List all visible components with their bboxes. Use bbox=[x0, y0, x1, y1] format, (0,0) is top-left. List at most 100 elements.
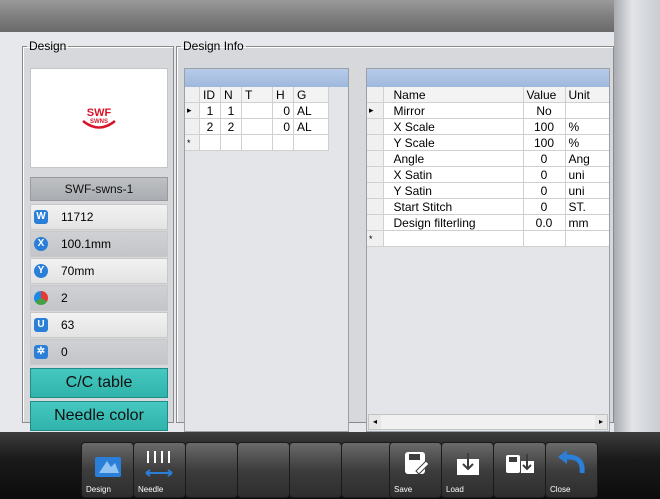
y-size-value: 70mm bbox=[61, 264, 95, 278]
cell-n[interactable]: 2 bbox=[220, 118, 242, 135]
column-header-h[interactable]: H bbox=[272, 87, 294, 103]
cell-g[interactable]: AL bbox=[293, 102, 329, 119]
new-row-marker: * bbox=[367, 230, 384, 247]
column-header-g[interactable]: G bbox=[293, 87, 329, 103]
column-header-name[interactable]: Name bbox=[383, 87, 524, 103]
param-unit: uni bbox=[565, 182, 609, 199]
close-button[interactable]: Close bbox=[545, 442, 598, 498]
param-unit: ST. bbox=[565, 198, 609, 215]
row-header-cell bbox=[367, 150, 384, 167]
needle-table[interactable]: ID N T H G ▸ 1 1 0 AL 2 2 0 AL * bbox=[184, 68, 349, 432]
table-row[interactable]: Start Stitch 0 ST. bbox=[367, 198, 609, 215]
param-name: Design filterling bbox=[383, 214, 524, 231]
param-value[interactable]: 0 bbox=[523, 166, 566, 183]
row-header-cell bbox=[185, 87, 200, 103]
row-header-cell bbox=[367, 118, 384, 135]
empty-toolbar-slot bbox=[289, 442, 342, 498]
parameter-grid: Name Value Unit ▸ Mirror No X Scale 100 … bbox=[367, 87, 609, 247]
cell-g[interactable]: AL bbox=[293, 118, 329, 135]
change-count-row: U 63 bbox=[30, 312, 168, 338]
scroll-right-arrow-icon[interactable]: ▸ bbox=[595, 415, 607, 429]
new-row[interactable]: * bbox=[367, 230, 609, 247]
table-row[interactable]: Angle 0 Ang bbox=[367, 150, 609, 167]
design-icon bbox=[95, 457, 121, 477]
param-name: Mirror bbox=[383, 102, 524, 119]
load-button[interactable]: Load bbox=[441, 442, 494, 498]
param-value[interactable]: 0 bbox=[523, 150, 566, 167]
cell-n[interactable]: 1 bbox=[220, 102, 242, 119]
save-button[interactable]: Save bbox=[389, 442, 442, 498]
needle-table-header-bar bbox=[185, 69, 348, 87]
design-button-label: Design bbox=[86, 485, 111, 494]
design-button[interactable]: Design bbox=[81, 442, 134, 498]
column-header-id[interactable]: ID bbox=[199, 87, 221, 103]
design-logo-image: SWF SWNS bbox=[82, 107, 116, 129]
table-row[interactable]: Y Scale 100 % bbox=[367, 134, 609, 151]
needle-button[interactable]: Needle bbox=[133, 442, 186, 498]
table-row[interactable]: X Satin 0 uni bbox=[367, 166, 609, 183]
save-load-button[interactable] bbox=[493, 442, 546, 498]
cell-t[interactable] bbox=[241, 118, 273, 135]
needle-color-button[interactable]: Needle color bbox=[30, 401, 168, 431]
param-unit bbox=[565, 102, 609, 119]
param-value[interactable]: 100 bbox=[523, 134, 566, 151]
cell-empty[interactable] bbox=[199, 134, 221, 151]
parameter-table[interactable]: Name Value Unit ▸ Mirror No X Scale 100 … bbox=[366, 68, 610, 432]
extra-setting-value: 0 bbox=[61, 345, 68, 359]
save-load-icon bbox=[506, 454, 534, 473]
param-value[interactable]: 0.0 bbox=[523, 214, 566, 231]
stitch-count-value: 11712 bbox=[61, 210, 94, 224]
column-header-value[interactable]: Value bbox=[523, 87, 566, 103]
table-row[interactable]: X Scale 100 % bbox=[367, 118, 609, 135]
save-button-label: Save bbox=[394, 485, 413, 494]
param-value[interactable]: 0 bbox=[523, 182, 566, 199]
cell-empty[interactable] bbox=[241, 134, 273, 151]
y-dimension-icon: Y bbox=[34, 264, 48, 278]
param-name: X Satin bbox=[383, 166, 524, 183]
scroll-left-arrow-icon[interactable]: ◂ bbox=[369, 415, 381, 429]
stitch-count-icon: W bbox=[34, 210, 48, 224]
table-row[interactable]: Design filterling 0.0 mm bbox=[367, 214, 609, 231]
cell-h[interactable]: 0 bbox=[272, 102, 294, 119]
param-value[interactable]: 0 bbox=[523, 198, 566, 215]
row-header-cell bbox=[367, 134, 384, 151]
cell-h[interactable]: 0 bbox=[272, 118, 294, 135]
column-header-unit[interactable]: Unit bbox=[565, 87, 609, 103]
cell-empty[interactable] bbox=[523, 230, 566, 247]
cell-id[interactable]: 2 bbox=[199, 118, 221, 135]
cell-empty[interactable] bbox=[565, 230, 609, 247]
current-row-marker: ▸ bbox=[185, 102, 200, 119]
table-row[interactable]: Y Satin 0 uni bbox=[367, 182, 609, 199]
cell-empty[interactable] bbox=[383, 230, 524, 247]
cell-id[interactable]: 1 bbox=[199, 102, 221, 119]
param-unit: uni bbox=[565, 166, 609, 183]
param-name: Angle bbox=[383, 150, 524, 167]
cc-table-button[interactable]: C/C table bbox=[30, 368, 168, 398]
horizontal-scrollbar[interactable]: ◂ ▸ bbox=[368, 414, 608, 430]
new-row-marker: * bbox=[185, 134, 200, 151]
param-value[interactable]: 100 bbox=[523, 118, 566, 135]
table-row[interactable]: ▸ 1 1 0 AL bbox=[185, 102, 329, 119]
row-header-cell bbox=[367, 182, 384, 199]
table-row[interactable]: ▸ Mirror No bbox=[367, 102, 609, 119]
param-unit: % bbox=[565, 134, 609, 151]
column-header-n[interactable]: N bbox=[220, 87, 242, 103]
param-value[interactable]: No bbox=[523, 102, 566, 119]
empty-toolbar-slot bbox=[237, 442, 290, 498]
column-header-t[interactable]: T bbox=[241, 87, 273, 103]
needle-grid: ID N T H G ▸ 1 1 0 AL 2 2 0 AL * bbox=[185, 87, 329, 151]
cell-empty[interactable] bbox=[272, 134, 294, 151]
needle-table-columns: ID N T H G bbox=[185, 87, 329, 103]
row-header-cell bbox=[367, 214, 384, 231]
color-count-value: 2 bbox=[61, 291, 68, 305]
table-row[interactable]: 2 2 0 AL bbox=[185, 118, 329, 135]
cell-empty[interactable] bbox=[220, 134, 242, 151]
top-bar bbox=[0, 0, 614, 33]
parameter-table-columns: Name Value Unit bbox=[367, 87, 609, 103]
param-unit: Ang bbox=[565, 150, 609, 167]
cell-t[interactable] bbox=[241, 102, 273, 119]
cell-empty[interactable] bbox=[293, 134, 329, 151]
stitch-count-row: W 11712 bbox=[30, 204, 168, 230]
new-row[interactable]: * bbox=[185, 134, 329, 151]
change-count-value: 63 bbox=[61, 318, 75, 332]
